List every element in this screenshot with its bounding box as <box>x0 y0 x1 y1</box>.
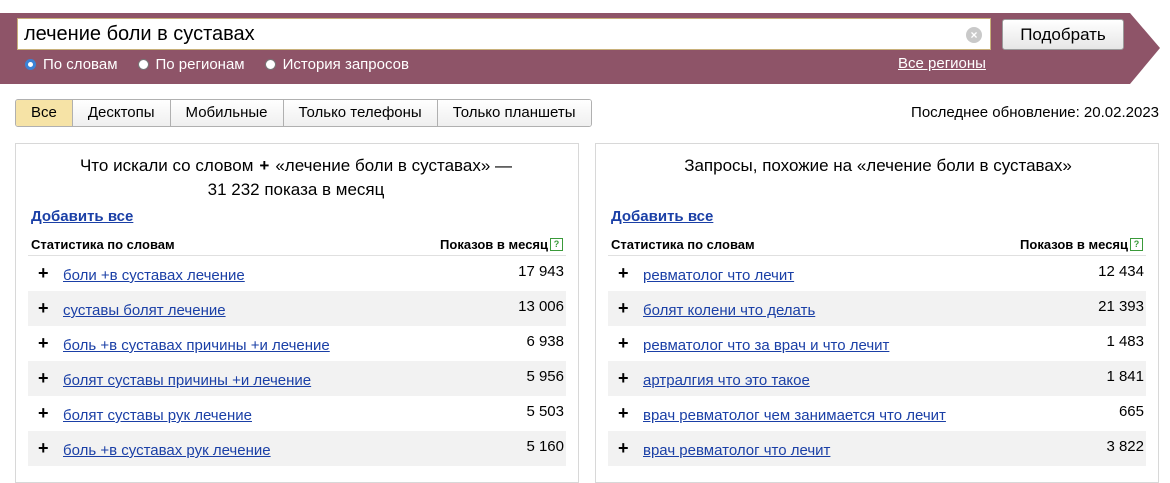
clear-icon[interactable]: × <box>966 27 982 43</box>
tab-all[interactable]: Все <box>16 100 73 126</box>
radio-label: История запросов <box>282 55 409 73</box>
col-count-header: Показов в месяц? <box>440 237 563 252</box>
add-phrase-plus-icon[interactable]: + <box>618 298 629 319</box>
table-row: + боли +в суставах лечение 17 943 <box>28 256 566 291</box>
table-row: + боль +в суставах причины +и лечение 6 … <box>28 326 566 361</box>
phrase-link[interactable]: болят суставы причины +и лечение <box>63 372 311 389</box>
col-count-header: Показов в месяц? <box>1020 237 1143 252</box>
add-phrase-plus-icon[interactable]: + <box>618 333 629 354</box>
phrase-link[interactable]: врач ревматолог что лечит <box>643 442 830 459</box>
phrase-link[interactable]: болят колени что делать <box>643 302 815 319</box>
add-phrase-plus-icon[interactable]: + <box>618 438 629 459</box>
table-row: + суставы болят лечение 13 006 <box>28 291 566 326</box>
add-phrase-plus-icon[interactable]: + <box>38 403 49 424</box>
phrase-link[interactable]: боли +в суставах лечение <box>63 267 245 284</box>
add-all-link[interactable]: Добавить все <box>611 208 713 225</box>
add-phrase-plus-icon[interactable]: + <box>38 263 49 284</box>
phrase-count: 5 503 <box>526 403 564 420</box>
phrase-link[interactable]: боль +в суставах причины +и лечение <box>63 337 330 354</box>
radio-by-words[interactable]: По словам <box>25 56 118 73</box>
phrase-link[interactable]: ревматолог что лечит <box>643 267 794 284</box>
table-row: + болят суставы причины +и лечение 5 956 <box>28 361 566 396</box>
radio-unchecked-icon[interactable] <box>264 58 276 70</box>
add-phrase-plus-icon[interactable]: + <box>618 368 629 389</box>
right-panel: Запросы, похожие на «лечение боли в суст… <box>595 143 1159 483</box>
phrase-count: 3 822 <box>1106 438 1144 455</box>
add-all-link[interactable]: Добавить все <box>31 208 133 225</box>
radio-query-history[interactable]: История запросов <box>264 55 409 73</box>
radio-checked-icon[interactable] <box>25 58 36 70</box>
left-rows: + боли +в суставах лечение 17 943 + суст… <box>28 256 566 466</box>
phrase-link[interactable]: боль +в суставах рук лечение <box>63 442 271 459</box>
phrase-link[interactable]: болят суставы рук лечение <box>63 407 252 424</box>
phrase-count: 1 841 <box>1106 368 1144 385</box>
device-tabs: Все Десктопы Мобильные Только телефоны Т… <box>15 99 592 127</box>
col-words-header: Статистика по словам <box>31 237 175 252</box>
add-phrase-plus-icon[interactable]: + <box>38 333 49 354</box>
table-row: + артралгия что это такое 1 841 <box>608 361 1146 396</box>
last-update: Последнее обновление: 20.02.2023 <box>911 104 1159 121</box>
table-row: + ревматолог что лечит 12 434 <box>608 256 1146 291</box>
panel-title: Запросы, похожие на «лечение боли в суст… <box>684 156 1072 175</box>
phrase-count: 13 006 <box>518 298 564 315</box>
right-rows: + ревматолог что лечит 12 434 + болят ко… <box>608 256 1146 466</box>
tab-tablets-only[interactable]: Только планшеты <box>437 100 591 126</box>
table-row: + болят суставы рук лечение 5 503 <box>28 396 566 431</box>
col-count-label: Показов в месяц <box>1020 237 1128 252</box>
phrase-link[interactable]: артралгия что это такое <box>643 372 810 389</box>
search-header: × Подобрать По словам По регионам Истори… <box>0 0 1170 84</box>
phrase-count: 1 483 <box>1106 333 1144 350</box>
panel-title: Что искали со словом + «лечение боли в сус… <box>76 154 516 202</box>
add-phrase-plus-icon[interactable]: + <box>38 368 49 389</box>
phrase-link[interactable]: ревматолог что за врач и что лечит <box>643 337 889 354</box>
phrase-count: 21 393 <box>1098 298 1144 315</box>
plus-icon: + <box>259 156 270 175</box>
all-regions-link[interactable]: Все регионы <box>898 55 986 72</box>
radio-label: По регионам <box>155 55 245 73</box>
add-phrase-plus-icon[interactable]: + <box>618 263 629 284</box>
left-panel: Что искали со словом + «лечение боли в сус… <box>15 143 579 483</box>
tab-desktops[interactable]: Десктопы <box>72 100 171 126</box>
col-count-label: Показов в месяц <box>440 237 548 252</box>
table-row: + ревматолог что за врач и что лечит 1 4… <box>608 326 1146 361</box>
radio-unchecked-icon[interactable] <box>137 58 149 70</box>
tab-mobile[interactable]: Мобильные <box>170 100 284 126</box>
add-phrase-plus-icon[interactable]: + <box>38 438 49 459</box>
add-phrase-plus-icon[interactable]: + <box>618 403 629 424</box>
phrase-count: 665 <box>1118 403 1144 420</box>
search-box[interactable]: × <box>17 18 991 50</box>
tab-phones-only[interactable]: Только телефоны <box>283 100 438 126</box>
search-input[interactable] <box>24 22 954 46</box>
radio-by-regions[interactable]: По регионам <box>137 55 245 73</box>
table-row: + боль +в суставах рук лечение 5 160 <box>28 431 566 466</box>
table-row: + врач ревматолог чем занимается что леч… <box>608 396 1146 431</box>
table-row: + врач ревматолог что лечит 3 822 <box>608 431 1146 466</box>
help-icon[interactable]: ? <box>1130 238 1143 251</box>
phrase-link[interactable]: суставы болят лечение <box>63 302 226 319</box>
search-mode-group: По словам По регионам История запросов <box>25 55 429 73</box>
pick-button[interactable]: Подобрать <box>1002 19 1124 50</box>
phrase-count: 12 434 <box>1098 263 1144 280</box>
phrase-count: 17 943 <box>518 263 564 280</box>
col-words-header: Статистика по словам <box>611 237 755 252</box>
phrase-link[interactable]: врач ревматолог чем занимается что лечит <box>643 407 946 424</box>
phrase-count: 6 938 <box>526 333 564 350</box>
phrase-count: 5 956 <box>526 368 564 385</box>
add-phrase-plus-icon[interactable]: + <box>38 298 49 319</box>
title-part1: Что искали со словом <box>79 156 254 175</box>
help-icon[interactable]: ? <box>550 238 563 251</box>
phrase-count: 5 160 <box>526 438 564 455</box>
radio-label: По словам <box>43 55 118 73</box>
table-row: + болят колени что делать 21 393 <box>608 291 1146 326</box>
